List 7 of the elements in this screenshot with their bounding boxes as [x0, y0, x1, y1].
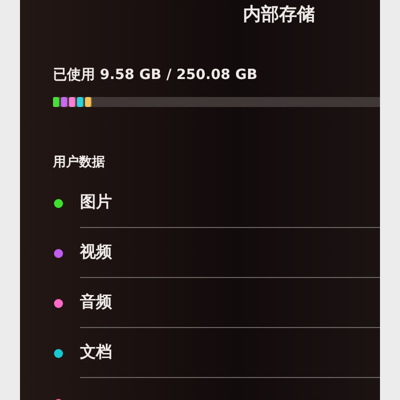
section-heading: 用户数据: [53, 154, 106, 172]
page-title: 内部存储: [243, 4, 316, 26]
category-item[interactable]: 图片: [80, 192, 112, 213]
category-item[interactable]: 视频: [80, 242, 112, 263]
storage-used-text: 已使用 9.58 GB / 250.08 GB: [53, 66, 258, 84]
category-item[interactable]: 音频: [80, 292, 112, 313]
category-item[interactable]: 文档: [80, 342, 112, 363]
